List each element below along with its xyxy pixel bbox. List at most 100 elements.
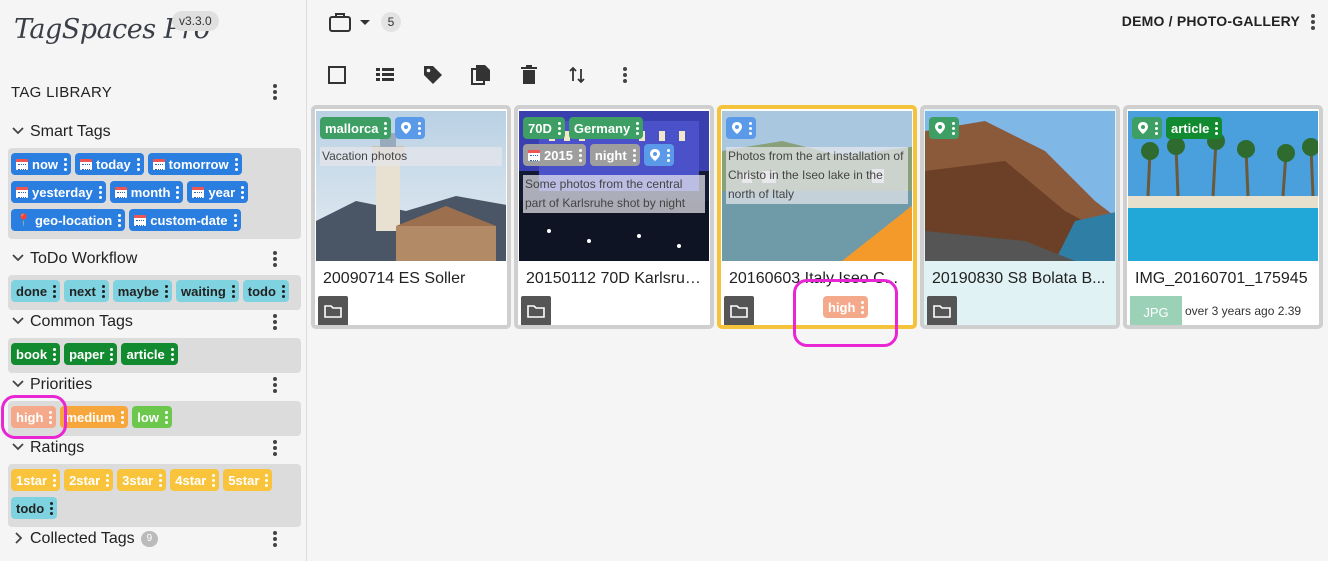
group-title[interactable]: Smart Tags bbox=[30, 123, 111, 141]
file-card[interactable]: 70D Germany 2015 night Some photos from … bbox=[514, 105, 714, 329]
tag-menu-icon[interactable] bbox=[103, 472, 111, 488]
tag-menu-icon[interactable] bbox=[61, 156, 69, 172]
tag-article[interactable]: article bbox=[121, 343, 178, 365]
group-title[interactable]: Collected Tags bbox=[30, 530, 135, 547]
tag-today[interactable]: today bbox=[75, 153, 144, 175]
group-menu-icon[interactable] bbox=[268, 376, 282, 394]
group-title[interactable]: ToDo Workflow bbox=[30, 250, 137, 268]
file-card[interactable]: article IMG_20160701_175945 JPG over 3 y… bbox=[1123, 105, 1323, 329]
tag-menu-icon[interactable] bbox=[173, 184, 181, 200]
tag-menu-icon[interactable] bbox=[229, 283, 237, 299]
tag-maybe[interactable]: maybe bbox=[112, 280, 172, 302]
tag-menu-icon[interactable] bbox=[50, 472, 58, 488]
copy-icon[interactable] bbox=[470, 64, 492, 86]
file-tag-article[interactable]: article bbox=[1166, 117, 1223, 139]
tag-waiting[interactable]: waiting bbox=[176, 280, 239, 302]
tag-todo[interactable]: todo bbox=[242, 280, 289, 302]
tag-menu-icon[interactable] bbox=[949, 120, 957, 136]
breadcrumb[interactable]: DEMO / PHOTO-GALLERY bbox=[1122, 13, 1300, 29]
tag-menu-icon[interactable] bbox=[633, 120, 641, 136]
tag-menu-icon[interactable] bbox=[415, 120, 423, 136]
sort-icon[interactable] bbox=[566, 64, 588, 86]
tag-year[interactable]: year bbox=[187, 181, 249, 203]
file-tag-2015[interactable]: 2015 bbox=[523, 144, 586, 166]
delete-icon[interactable] bbox=[518, 64, 540, 86]
tag-menu-icon[interactable] bbox=[381, 120, 389, 136]
tag-next[interactable]: next bbox=[64, 280, 109, 302]
tag-menu-icon[interactable] bbox=[555, 120, 563, 136]
group-title[interactable]: Priorities bbox=[30, 376, 92, 394]
tag-low[interactable]: low bbox=[132, 406, 172, 428]
tag-4star[interactable]: 4star bbox=[170, 469, 220, 491]
chevron-down-icon[interactable] bbox=[11, 440, 25, 454]
tag-now[interactable]: now bbox=[11, 153, 71, 175]
tag-menu-icon[interactable] bbox=[107, 346, 115, 362]
tag-todo-rating[interactable]: todo bbox=[11, 497, 58, 519]
file-card[interactable]: mallorca Vacation photos 20090714 ES Sol… bbox=[311, 105, 511, 329]
file-tag-70d[interactable]: 70D bbox=[523, 117, 565, 139]
tag-menu-icon[interactable] bbox=[279, 283, 287, 299]
tag-menu-icon[interactable] bbox=[746, 120, 754, 136]
geo-tag[interactable] bbox=[395, 117, 426, 139]
chevron-right-icon[interactable] bbox=[11, 531, 25, 545]
folder-icon[interactable] bbox=[927, 296, 957, 325]
chevron-down-icon[interactable] bbox=[11, 314, 25, 328]
tag-menu-icon[interactable] bbox=[156, 472, 164, 488]
tag-menu-icon[interactable] bbox=[168, 346, 176, 362]
tag-3star[interactable]: 3star bbox=[117, 469, 167, 491]
tag-menu-icon[interactable] bbox=[99, 283, 107, 299]
tag-menu-icon[interactable] bbox=[262, 472, 270, 488]
list-view-icon[interactable] bbox=[374, 64, 396, 86]
folder-menu-icon[interactable] bbox=[1306, 13, 1320, 31]
group-title[interactable]: Ratings bbox=[30, 439, 84, 457]
location-switcher[interactable] bbox=[328, 11, 372, 33]
tag-menu-icon[interactable] bbox=[162, 283, 170, 299]
tag-yesterday[interactable]: yesterday bbox=[11, 181, 106, 203]
group-menu-icon[interactable] bbox=[268, 313, 282, 331]
group-menu-icon[interactable] bbox=[268, 530, 282, 548]
tag-geo-location[interactable]: 📍 geo-location bbox=[11, 209, 126, 231]
tag-1star[interactable]: 1star bbox=[11, 469, 61, 491]
tag-medium[interactable]: medium bbox=[60, 406, 129, 428]
tag-menu-icon[interactable] bbox=[1212, 120, 1220, 136]
tag-library-menu-icon[interactable] bbox=[268, 83, 282, 101]
tag-month[interactable]: month bbox=[109, 181, 184, 203]
tag-menu-icon[interactable] bbox=[576, 147, 584, 163]
tag-icon[interactable] bbox=[422, 64, 444, 86]
checkbox-icon[interactable] bbox=[326, 64, 348, 86]
folder-icon[interactable] bbox=[724, 296, 754, 325]
tag-done[interactable]: done bbox=[11, 280, 61, 302]
file-tag-mallorca[interactable]: mallorca bbox=[320, 117, 392, 139]
tag-menu-icon[interactable] bbox=[115, 212, 123, 228]
geo-tag[interactable] bbox=[929, 117, 959, 139]
file-tag-germany[interactable]: Germany bbox=[568, 117, 644, 139]
chevron-down-icon[interactable] bbox=[11, 251, 25, 265]
tag-custom-date[interactable]: custom-date bbox=[129, 209, 241, 231]
file-card[interactable]: 20190830 S8 Bolata B... bbox=[920, 105, 1120, 329]
tag-paper[interactable]: paper bbox=[64, 343, 118, 365]
folder-icon[interactable] bbox=[318, 296, 348, 325]
tag-book[interactable]: book bbox=[11, 343, 61, 365]
group-menu-icon[interactable] bbox=[268, 250, 282, 268]
tag-menu-icon[interactable] bbox=[231, 212, 239, 228]
group-menu-icon[interactable] bbox=[268, 439, 282, 457]
tag-menu-icon[interactable] bbox=[1152, 120, 1160, 136]
tag-menu-icon[interactable] bbox=[209, 472, 217, 488]
folder-icon[interactable] bbox=[521, 296, 551, 325]
tag-menu-icon[interactable] bbox=[118, 409, 126, 425]
tag-2star[interactable]: 2star bbox=[64, 469, 114, 491]
tag-menu-icon[interactable] bbox=[50, 346, 58, 362]
file-tag-night[interactable]: night bbox=[589, 144, 640, 166]
geo-tag[interactable] bbox=[1132, 117, 1162, 139]
geo-tag[interactable] bbox=[726, 117, 756, 139]
tag-menu-icon[interactable] bbox=[238, 184, 246, 200]
tag-menu-icon[interactable] bbox=[630, 147, 638, 163]
more-icon[interactable] bbox=[614, 64, 636, 86]
tag-tomorrow[interactable]: tomorrow bbox=[147, 153, 242, 175]
tag-menu-icon[interactable] bbox=[162, 409, 170, 425]
geo-tag[interactable] bbox=[643, 144, 674, 166]
tag-menu-icon[interactable] bbox=[664, 147, 672, 163]
chevron-down-icon[interactable] bbox=[11, 124, 25, 138]
file-type-badge[interactable]: JPG bbox=[1130, 296, 1182, 325]
tag-menu-icon[interactable] bbox=[134, 156, 142, 172]
